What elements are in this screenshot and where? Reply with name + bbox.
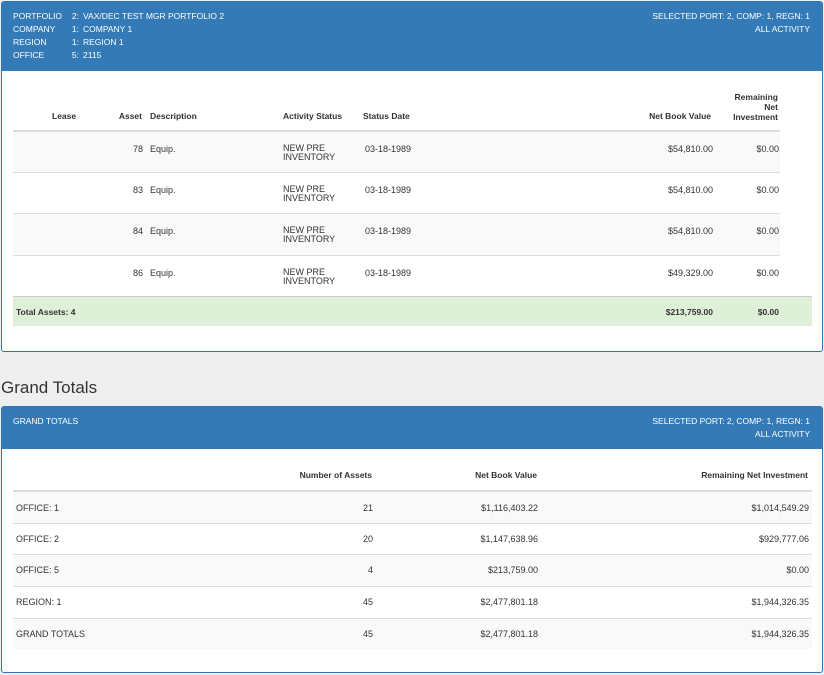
number-of-assets: 45 (362, 597, 373, 607)
activity-status-line: INVENTORY (283, 152, 336, 162)
total-net-book-value: $213,759.00 (665, 307, 713, 317)
activity-status: NEW PRE INVENTORY (283, 226, 335, 244)
grand-totals-header: GRAND TOTALS SELECTED PORT: 2, COMP: 1, … (2, 407, 822, 449)
number-of-assets: 20 (362, 534, 373, 544)
column-header-line: Investment (733, 112, 778, 122)
asset-description: Equip. (150, 268, 176, 278)
column-header-line: Remaining (734, 92, 778, 102)
activity-status-line: INVENTORY (283, 276, 336, 286)
remaining-net-investment: $1,944,326.35 (751, 597, 809, 607)
report-panel: PORTFOLIO 2: VAX/DEC TEST MGR PORTFOLIO … (1, 1, 823, 352)
header-field-number: 1: (71, 37, 79, 47)
selection-summary: SELECTED PORT: 2, COMP: 1, REGN: 1 ALL A… (652, 10, 810, 36)
net-book-value: $213,759.00 (487, 565, 538, 575)
grand-totals-panel: GRAND TOTALS SELECTED PORT: 2, COMP: 1, … (1, 406, 823, 673)
header-field-value: REGION 1 (83, 37, 124, 47)
column-header-activity-status: Activity Status (283, 111, 343, 121)
activity-status-line: INVENTORY (283, 234, 336, 244)
activity-status: NEW PRE INVENTORY (283, 144, 335, 162)
net-book-value: $2,477,801.18 (480, 629, 538, 639)
net-book-value: $1,147,638.96 (480, 534, 538, 544)
group-label: REGION: 1 (16, 597, 62, 607)
asset-number: 83 (132, 185, 143, 195)
remaining-net-investment: $0.00 (756, 268, 779, 278)
header-field-number: 1: (71, 24, 79, 34)
table-row[interactable]: 86 Equip. NEW PRE INVENTORY 03-18-1989 $… (13, 255, 780, 296)
grand-totals-row[interactable]: GRAND TOTALS 45 $2,477,801.18 $1,944,326… (13, 618, 812, 649)
header-field-value: COMPANY 1 (83, 24, 133, 34)
remaining-net-investment: $1,944,326.35 (751, 629, 809, 639)
column-header-status-date: Status Date (363, 111, 410, 121)
header-field-label: COMPANY (13, 24, 56, 34)
table-row[interactable]: REGION: 1 45 $2,477,801.18 $1,944,326.35 (13, 586, 812, 618)
header-field-value: VAX/DEC TEST MGR PORTFOLIO 2 (83, 11, 225, 21)
table-row[interactable]: OFFICE: 1 21 $1,116,403.22 $1,014,549.29 (13, 490, 812, 523)
total-remaining-net-investment: $0.00 (757, 307, 779, 317)
group-label: OFFICE: 1 (16, 503, 60, 513)
asset-description: Equip. (150, 144, 176, 154)
net-book-value: $2,477,801.18 (480, 597, 538, 607)
activity-status: NEW PRE INVENTORY (283, 268, 335, 286)
column-header-asset: Asset (118, 111, 142, 121)
table-row[interactable]: 84 Equip. NEW PRE INVENTORY 03-18-1989 $… (13, 213, 780, 255)
column-header-net-book-value: Net Book Value (649, 111, 711, 121)
number-of-assets: 21 (362, 503, 373, 513)
net-book-value: $54,810.00 (667, 144, 713, 154)
net-book-value: $54,810.00 (667, 185, 713, 195)
table-row[interactable]: OFFICE: 2 20 $1,147,638.96 $929,777.06 (13, 523, 812, 554)
net-book-value: $54,810.00 (667, 226, 713, 236)
activity-filter-text: ALL ACTIVITY (755, 429, 810, 439)
activity-filter-text: ALL ACTIVITY (755, 24, 810, 34)
header-field-label: OFFICE (13, 50, 45, 60)
table-row[interactable]: 78 Equip. NEW PRE INVENTORY 03-18-1989 $… (13, 130, 780, 172)
net-book-value: $1,116,403.22 (481, 503, 538, 513)
group-label: OFFICE: 2 (16, 534, 60, 544)
header-region: REGION 1: REGION 1 (13, 36, 822, 49)
total-assets-label: Total Assets: 4 (16, 307, 76, 317)
asset-description: Equip. (150, 185, 176, 195)
status-date: 03-18-1989 (365, 185, 412, 195)
total-assets-row: Total Assets: 4 $213,759.00 $0.00 (13, 296, 812, 326)
column-header-lease: Lease (52, 111, 77, 121)
status-date: 03-18-1989 (365, 226, 412, 236)
remaining-net-investment: $0.00 (786, 565, 809, 575)
asset-description: Equip. (150, 226, 176, 236)
asset-number: 86 (132, 268, 143, 278)
number-of-assets: 45 (362, 629, 373, 639)
activity-status: NEW PRE INVENTORY (283, 185, 335, 203)
column-header-number-of-assets: Number of Assets (299, 470, 372, 480)
header-field-value: 2115 (83, 50, 102, 60)
table-row[interactable]: OFFICE: 5 4 $213,759.00 $0.00 (13, 554, 812, 586)
status-date: 03-18-1989 (365, 144, 412, 154)
report-panel-header: PORTFOLIO 2: VAX/DEC TEST MGR PORTFOLIO … (2, 2, 822, 71)
column-header-line: Net (764, 102, 778, 112)
number-of-assets: 4 (367, 565, 373, 575)
asset-number: 78 (132, 144, 143, 154)
net-book-value: $49,329.00 (667, 268, 713, 278)
column-header-remaining-net-investment: Remaining Net Investment (701, 470, 808, 480)
header-field-number: 5: (71, 50, 79, 60)
status-date: 03-18-1989 (365, 268, 412, 278)
activity-status-line: INVENTORY (283, 193, 336, 203)
column-header-description: Description (150, 111, 197, 121)
selection-summary: SELECTED PORT: 2, COMP: 1, REGN: 1 ALL A… (652, 415, 810, 441)
asset-number: 84 (132, 226, 143, 236)
header-field-label: PORTFOLIO (13, 11, 62, 21)
selected-filter-text: SELECTED PORT: 2, COMP: 1, REGN: 1 (652, 416, 810, 426)
remaining-net-investment: $1,014,549.29 (751, 503, 809, 513)
group-label: GRAND TOTALS (16, 629, 86, 639)
selected-filter-text: SELECTED PORT: 2, COMP: 1, REGN: 1 (652, 11, 810, 21)
remaining-net-investment: $0.00 (756, 185, 779, 195)
group-label: OFFICE: 5 (16, 565, 60, 575)
remaining-net-investment: $929,777.06 (758, 534, 809, 544)
column-header-remaining-net-investment: Remaining Net Investment (733, 92, 778, 122)
header-field-label: REGION (13, 37, 47, 47)
header-office: OFFICE 5: 2115 (13, 49, 822, 62)
table-row[interactable]: 83 Equip. NEW PRE INVENTORY 03-18-1989 $… (13, 172, 780, 213)
grand-totals-heading: Grand Totals (1, 378, 98, 397)
column-header-net-book-value: Net Book Value (475, 470, 537, 480)
remaining-net-investment: $0.00 (756, 226, 779, 236)
header-field-number: 2: (71, 11, 79, 21)
remaining-net-investment: $0.00 (756, 144, 779, 154)
